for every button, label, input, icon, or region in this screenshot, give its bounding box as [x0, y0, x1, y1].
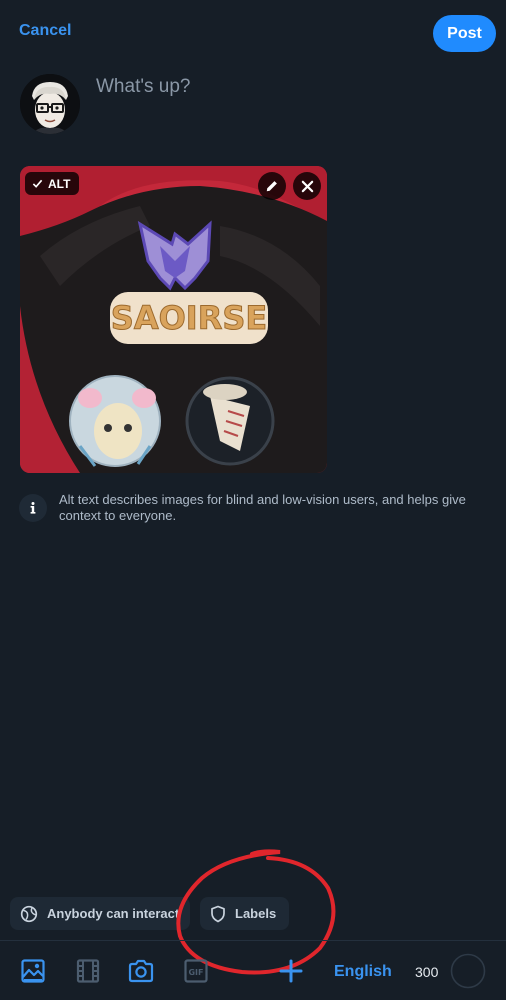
labels-button[interactable]: Labels	[200, 897, 289, 930]
film-icon	[76, 959, 100, 983]
name-pin-text: SAOIRSE	[111, 299, 267, 337]
check-icon	[32, 179, 43, 188]
gif-icon: GIF	[184, 959, 208, 983]
photo-of-pins-on-bag: SAOIRSE	[20, 166, 327, 473]
alt-text-info: Alt text describes images for blind and …	[19, 492, 489, 524]
alt-text-badge[interactable]: ALT	[25, 172, 80, 195]
edit-image-button[interactable]	[258, 172, 286, 200]
camera-icon	[128, 959, 154, 983]
image-attachment[interactable]: SAOIRSE ALT	[20, 166, 327, 473]
avatar-illustration	[20, 74, 80, 134]
add-post-button[interactable]	[277, 957, 305, 985]
camera-button[interactable]	[127, 957, 155, 985]
video-button[interactable]	[74, 957, 102, 985]
post-text-input[interactable]: What's up?	[96, 76, 190, 98]
gallery-button[interactable]	[19, 957, 47, 985]
interaction-settings-label: Anybody can interact	[47, 906, 180, 921]
info-icon	[19, 494, 47, 522]
character-count: 300	[415, 964, 439, 980]
image-icon	[21, 959, 45, 983]
post-button[interactable]: Post	[433, 15, 496, 52]
alt-badge-label: ALT	[48, 176, 71, 191]
interaction-settings-button[interactable]: Anybody can interact	[10, 897, 190, 930]
globe-icon	[20, 905, 38, 922]
composer-toolbar: GIF English 300	[0, 940, 506, 1000]
avatar[interactable]	[20, 74, 80, 134]
labels-label: Labels	[235, 906, 277, 921]
character-progress-ring	[450, 953, 486, 989]
close-icon	[301, 180, 313, 192]
compose-screen: Cancel Post What's up? SAOIRSE ALT Alt t…	[0, 0, 506, 1000]
gif-icon-text: GIF	[188, 968, 203, 977]
language-selector[interactable]: English	[334, 963, 392, 981]
alt-text-info-message: Alt text describes images for blind and …	[59, 492, 466, 523]
plus-icon	[279, 959, 303, 983]
pencil-icon	[266, 181, 277, 192]
remove-image-button[interactable]	[293, 172, 321, 200]
shield-icon	[211, 905, 225, 922]
gif-button[interactable]: GIF	[182, 957, 210, 985]
cancel-button[interactable]: Cancel	[19, 22, 71, 40]
